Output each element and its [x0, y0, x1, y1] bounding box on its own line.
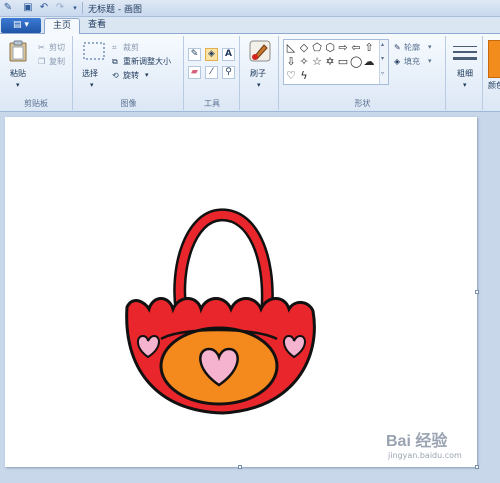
callout-cloud-shape-icon[interactable]: ☁ — [363, 56, 375, 67]
callout-rect-shape-icon[interactable]: ▭ — [337, 56, 349, 67]
color-picker-icon[interactable]: ⁄ — [205, 66, 218, 79]
rotate-icon: ⟲ — [112, 71, 119, 80]
star5-shape-icon[interactable]: ☆ — [311, 56, 323, 67]
tools-group-label: 工具 — [204, 99, 220, 108]
canvas-resize-handle-bottom[interactable] — [238, 465, 242, 469]
paint-menu-button[interactable]: ▤ ▾ — [1, 18, 41, 33]
fill-icon[interactable]: ◈ — [205, 48, 218, 61]
heart-shape-icon[interactable]: ♡ — [285, 70, 297, 81]
size-group: 粗细 ▾ — [447, 36, 483, 110]
copy-icon: ❐ — [38, 57, 46, 66]
basket-drawing — [125, 208, 316, 415]
chevron-down-icon[interactable]: ▾ — [428, 56, 432, 67]
copy-button[interactable]: 复制 — [49, 56, 65, 67]
size-button[interactable]: 粗细 — [457, 68, 473, 79]
pencil-icon[interactable]: ✎ — [188, 48, 201, 61]
chevron-down-icon[interactable]: ▾ — [463, 80, 467, 91]
lightning-shape-icon[interactable]: ϟ — [298, 70, 310, 81]
watermark-url: jingyan.baidu.com — [388, 451, 462, 460]
chevron-down-icon[interactable]: ▾ — [428, 42, 432, 53]
chevron-down-icon[interactable]: ▾ — [257, 80, 261, 91]
clipboard-group-label: 剪贴板 — [24, 99, 48, 108]
chevron-down-icon[interactable]: ▾ — [145, 70, 149, 81]
line-width-icon — [453, 46, 477, 60]
crop-icon: ⌗ — [112, 43, 117, 52]
hexagon-shape-icon[interactable]: ⬡ — [324, 42, 336, 53]
brushes-group: 刷子 ▾ — [241, 36, 279, 110]
app-icon[interactable]: ✎ — [2, 2, 14, 14]
tab-home[interactable]: 主页 — [44, 18, 81, 34]
fill-bucket-icon: ◈ — [394, 57, 401, 66]
resize-icon: ⧉ — [112, 57, 118, 66]
chevron-down-icon[interactable]: ▾ — [16, 80, 20, 91]
line-shape-icon[interactable]: ◺ — [285, 42, 297, 53]
baidu-watermark: Bai 经验 jingyan.baidu.com — [382, 427, 482, 467]
text-icon[interactable]: A — [222, 48, 235, 61]
shapes-gallery: ◺ ◇ ⬠ ⬡ ⇨ ⇦ ⇧ ⇩ ✧ ☆ ✡ ▭ ◯ ☁ ♡ ϟ ▴ ▾ ▿ — [283, 39, 389, 85]
save-icon[interactable]: ▣ — [22, 2, 34, 14]
outline-button[interactable]: 轮廓 — [404, 42, 420, 53]
expand-icon[interactable]: ▿ — [381, 70, 384, 77]
tab-view[interactable]: 查看 — [80, 18, 114, 34]
colors-group: 颜色 — [484, 36, 500, 110]
rotate-button[interactable]: 旋转 — [123, 70, 139, 81]
magnifier-icon[interactable]: ⚲ — [222, 66, 235, 79]
outline-icon: ✎ — [394, 43, 401, 52]
eraser-icon[interactable]: ▰ — [188, 66, 201, 79]
shapes-group-label: 形状 — [354, 99, 371, 108]
image-group: 选择 ▾ ⌗ 裁剪 ⧉ 重新调整大小 ⟲ 旋转 ▾ 图像 — [74, 36, 184, 110]
brushes-button[interactable]: 刷子 — [250, 68, 266, 79]
fill-button[interactable]: 填充 — [404, 56, 420, 67]
color1-swatch[interactable] — [488, 40, 500, 78]
divider — [82, 2, 83, 14]
select-icon — [83, 42, 105, 60]
tools-group: ✎ ◈ A ▰ ⁄ ⚲ 工具 — [185, 36, 240, 110]
watermark-logo-text: Bai 经验 — [386, 433, 448, 450]
callout-oval-shape-icon[interactable]: ◯ — [350, 56, 362, 67]
star6-shape-icon[interactable]: ✡ — [324, 56, 336, 67]
clipboard-group: 粘贴 ▾ ✂ 剪切 ❐ 复制 剪贴板 — [0, 36, 73, 110]
star4-shape-icon[interactable]: ✧ — [298, 56, 310, 67]
undo-icon[interactable]: ↶ — [38, 2, 50, 14]
paste-icon — [9, 40, 27, 62]
colors-button[interactable]: 颜色 — [488, 80, 500, 91]
arrow-up-shape-icon[interactable]: ⇧ — [363, 42, 375, 53]
diamond-shape-icon[interactable]: ◇ — [298, 42, 310, 53]
brush-icon — [249, 40, 271, 62]
select-button[interactable]: 选择 — [82, 68, 98, 79]
image-group-label: 图像 — [120, 99, 137, 108]
window-title: 无标题 - 画图 — [88, 5, 142, 15]
arrow-left-shape-icon[interactable]: ⇦ — [350, 42, 362, 53]
drawing-canvas[interactable] — [5, 117, 477, 467]
paste-button[interactable]: 粘贴 — [10, 68, 26, 79]
ribbon-tab-row: ▤ ▾ 主页 查看 — [0, 17, 500, 34]
cut-icon: ✂ — [38, 43, 45, 52]
shapes-scrollbar[interactable]: ▴ ▾ ▿ — [379, 40, 388, 84]
canvas-resize-handle-right[interactable] — [475, 290, 479, 294]
pentagon-shape-icon[interactable]: ⬠ — [311, 42, 323, 53]
arrow-down-shape-icon[interactable]: ⇩ — [285, 56, 297, 67]
chevron-down-icon[interactable]: ▾ — [90, 80, 94, 91]
chevron-up-icon[interactable]: ▴ — [381, 41, 384, 48]
crop-button[interactable]: 裁剪 — [123, 42, 139, 53]
arrow-right-shape-icon[interactable]: ⇨ — [337, 42, 349, 53]
resize-button[interactable]: 重新调整大小 — [123, 56, 171, 67]
redo-icon[interactable]: ↷ — [54, 2, 66, 14]
ribbon: 粘贴 ▾ ✂ 剪切 ❐ 复制 剪贴板 选择 ▾ ⌗ 裁剪 ⧉ 重新调整大小 ⟲ … — [0, 34, 500, 112]
chevron-down-icon[interactable]: ▾ — [381, 55, 384, 62]
dropdown-icon[interactable]: ▾ — [69, 2, 81, 14]
cut-button[interactable]: 剪切 — [49, 42, 65, 53]
title-bar: ✎ ▣ ↶ ↷ ▾ 无标题 - 画图 — [0, 0, 500, 17]
